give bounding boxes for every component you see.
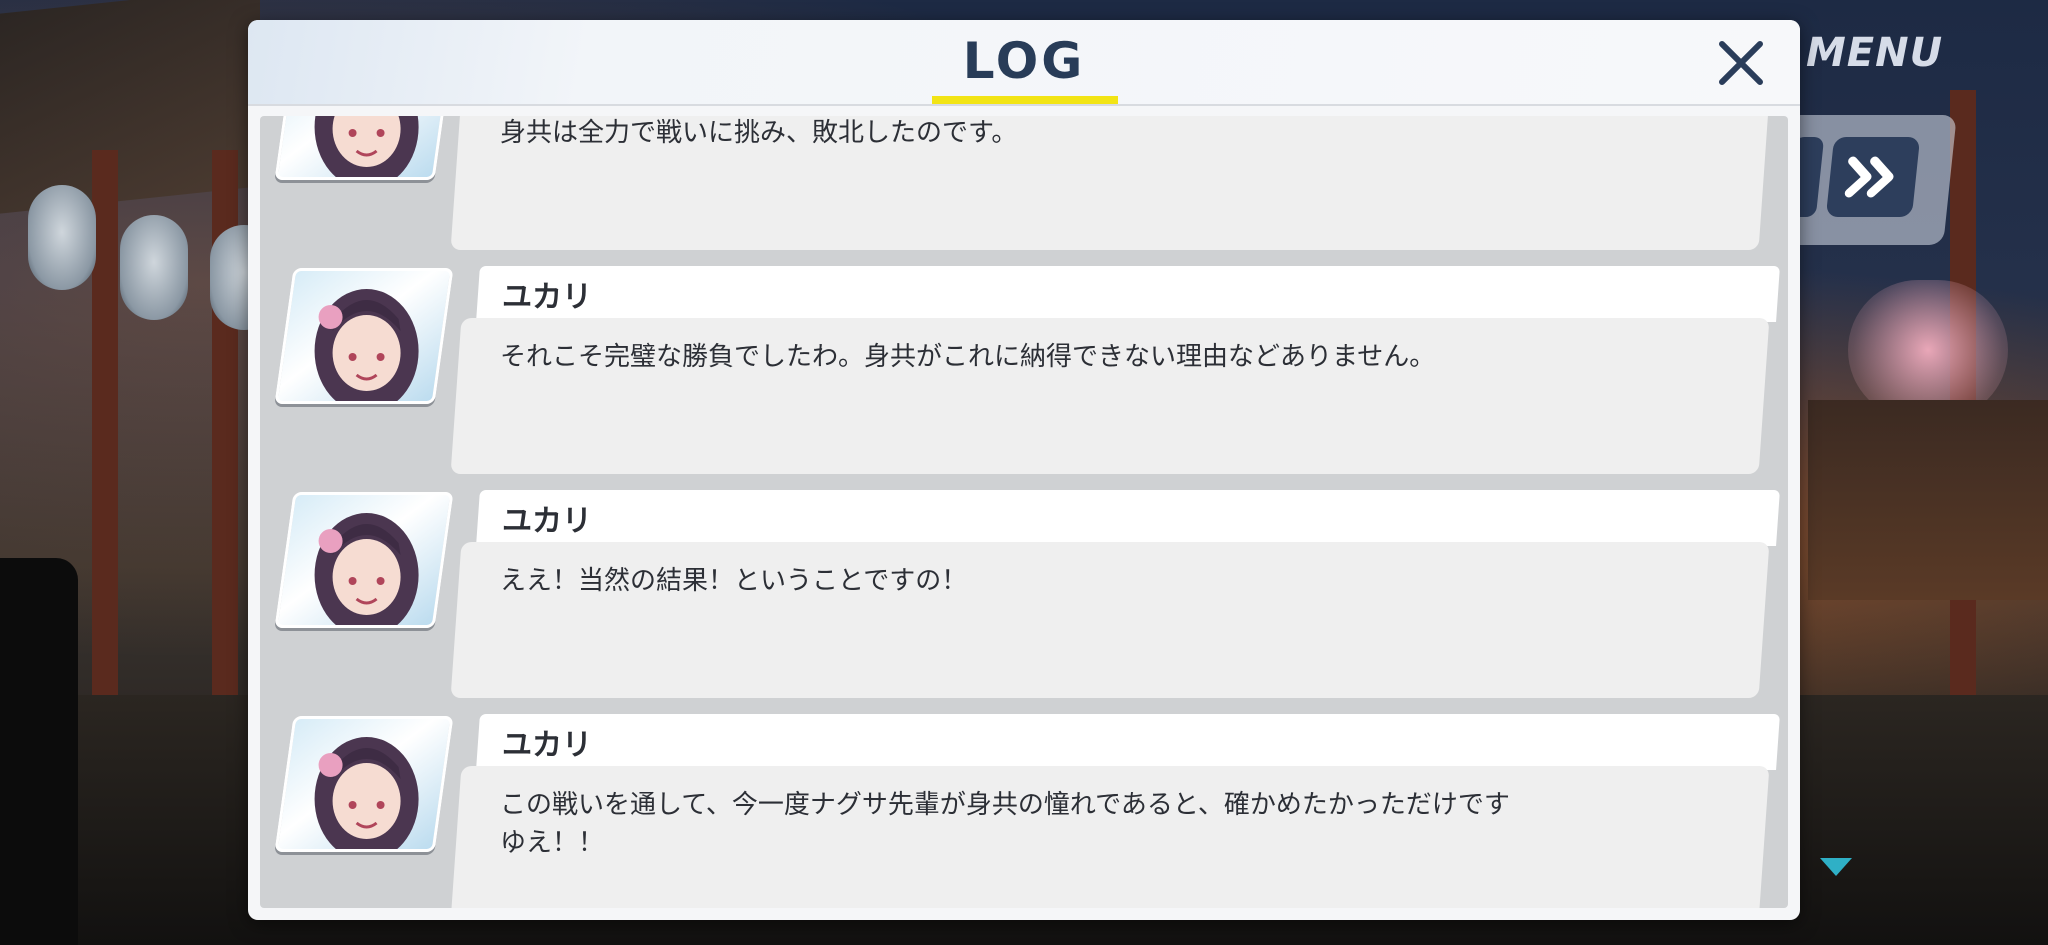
speaker-name: ユカリ (502, 504, 592, 539)
side-panel (0, 558, 78, 945)
log-list[interactable]: 身共は全力で戦いに挑み、敗北したのです。 ユカリ それこそ完璧な勝負でしたわ。身… (260, 116, 1788, 908)
scroll-down-indicator-icon (1820, 858, 1852, 876)
dialog-title: LOG (962, 32, 1086, 90)
fast-forward-button[interactable] (1825, 137, 1921, 217)
log-entry: ユカリ この戦いを通して、今一度ナグサ先輩が身共の憧れであると、確かめたかっただ… (260, 714, 1788, 908)
double-chevron-right-icon (1844, 156, 1894, 198)
paper-lantern (28, 185, 96, 290)
cherry-blossom-tree (1848, 280, 2008, 420)
paper-lantern (120, 215, 188, 320)
dialog-header: LOG (248, 20, 1800, 106)
character-avatar (274, 268, 454, 404)
speaker-name-tab (476, 266, 1780, 322)
log-entry: ユカリ それこそ完璧な勝負でしたわ。身共がこれに納得できない理由などありません。 (260, 266, 1788, 490)
speaker-name-tab (476, 714, 1780, 770)
speaker-name-tab (476, 490, 1780, 546)
dialogue-text: それこそ完璧な勝負でしたわ。身共がこれに納得できない理由などありません。 (500, 342, 1436, 372)
character-avatar (274, 492, 454, 628)
dialogue-text: ええ！当然の結果！ということですの！ (500, 566, 968, 596)
character-avatar (274, 116, 454, 180)
log-dialog: LOG 身共は全力で戦いに挑み、敗北したのです。 ユカリ それこそ完璧な勝負でし… (248, 20, 1800, 920)
speaker-name: ユカリ (502, 728, 592, 763)
menu-button[interactable]: MENU (1806, 30, 1943, 76)
dialogue-text: この戦いを通して、今一度ナグサ先輩が身共の憧れであると、確かめたかっただけですゆ… (500, 790, 1510, 858)
dialogue-text: 身共は全力で戦いに挑み、敗北したのです。 (500, 118, 1018, 148)
close-icon (1719, 41, 1763, 85)
log-entry: 身共は全力で戦いに挑み、敗北したのです。 (260, 116, 1788, 266)
close-button[interactable] (1710, 32, 1772, 94)
shrine-building (1808, 400, 2048, 600)
character-avatar (274, 716, 454, 852)
log-entry: ユカリ ええ！当然の結果！ということですの！ (260, 490, 1788, 714)
speaker-name: ユカリ (502, 280, 592, 315)
title-underline (932, 96, 1118, 104)
